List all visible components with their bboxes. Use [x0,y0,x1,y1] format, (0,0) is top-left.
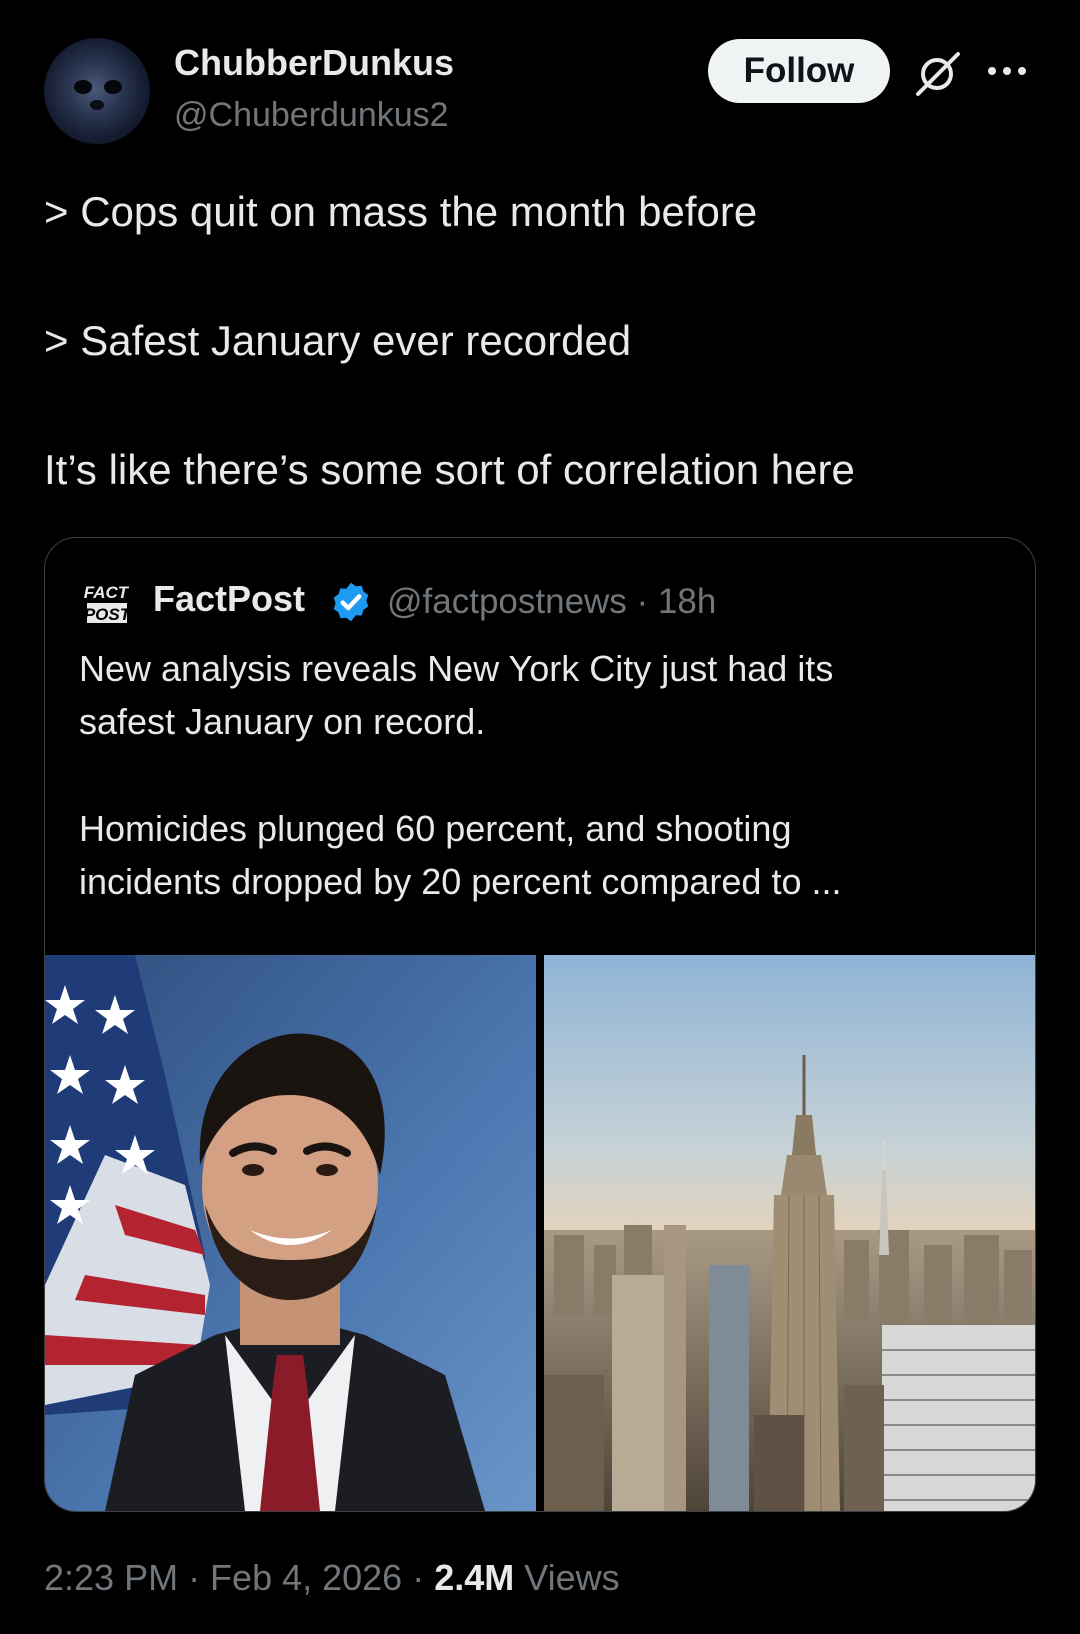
avatar-eye [74,80,92,94]
quoted-handle-time[interactable]: @factpostnews · 18h [387,582,716,622]
verified-badge-icon [333,582,369,622]
views-count: 2.4M [434,1557,515,1598]
views-label: Views [514,1557,620,1598]
tweet-timestamp-views: 2:23 PM · Feb 4, 2026 · 2.4M Views [44,1557,620,1599]
logo-text-fact: FACT [84,583,129,602]
quoted-text-line: Homicides plunged 60 percent, and shooti… [79,808,792,849]
factpost-logo: FACT POST [83,578,129,626]
more-icon[interactable] [988,58,1034,84]
quoted-text-line: incidents dropped by 20 percent compared… [79,861,842,902]
tweet-text-line: > Safest January ever recorded [44,317,632,364]
follow-button[interactable]: Follow [708,39,890,103]
quoted-media [45,955,1035,1511]
avatar-nose [90,100,104,110]
avatar-eye [104,80,122,94]
quoted-tweet-card[interactable]: FACT POST FactPost @factpostnews · 18h N… [44,537,1036,1512]
portrait-photo[interactable] [45,955,536,1511]
logo-text-post: POST [84,605,129,624]
skyline-photo[interactable] [544,955,1035,1511]
dot [988,67,996,75]
dot [1003,67,1011,75]
tweet-text-line: It’s like there’s some sort of correlati… [44,446,855,493]
grok-icon[interactable] [912,50,962,98]
quoted-author-name[interactable]: FactPost [153,578,305,620]
dot [1018,67,1026,75]
quoted-text-line: safest January on record. [79,701,486,742]
author-handle[interactable]: @Chuberdunkus2 [174,96,449,135]
tweet-text-line: > Cops quit on mass the month before [44,188,758,235]
author-avatar[interactable] [44,38,150,144]
quoted-text-line: New analysis reveals New York City just … [79,648,834,689]
timestamp[interactable]: 2:23 PM · Feb 4, 2026 · [44,1557,434,1598]
author-display-name[interactable]: ChubberDunkus [174,42,454,84]
